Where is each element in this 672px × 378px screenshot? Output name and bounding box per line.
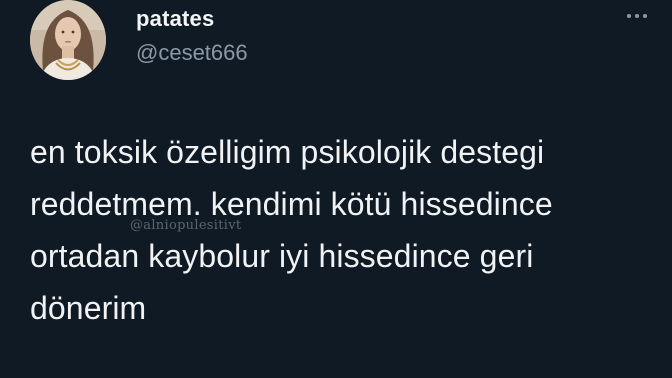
avatar[interactable]	[30, 0, 106, 80]
avatar-image	[30, 0, 106, 80]
user-handle[interactable]: @ceset666	[136, 40, 248, 66]
tweet-text-line: dönerim	[30, 290, 147, 326]
tweet-text-line: en toksik özelligim psikolojik destegi	[30, 134, 545, 170]
more-horizontal-icon	[635, 14, 639, 18]
more-horizontal-icon	[627, 14, 631, 18]
more-options-button[interactable]	[620, 4, 654, 28]
tweet-card: patates @ceset666 en toksik özelligim ps…	[0, 0, 672, 378]
tweet-text-line: reddetmem. kendimi kötü hissedince	[30, 186, 553, 222]
tweet-text-line: ortadan kaybolur iyi hissedince geri	[30, 238, 534, 274]
tweet-text: en toksik özelligim psikolojik destegi r…	[30, 126, 650, 334]
more-horizontal-icon	[643, 14, 647, 18]
watermark: @alniopulesitivt	[130, 218, 242, 233]
display-name[interactable]: patates	[136, 6, 214, 32]
